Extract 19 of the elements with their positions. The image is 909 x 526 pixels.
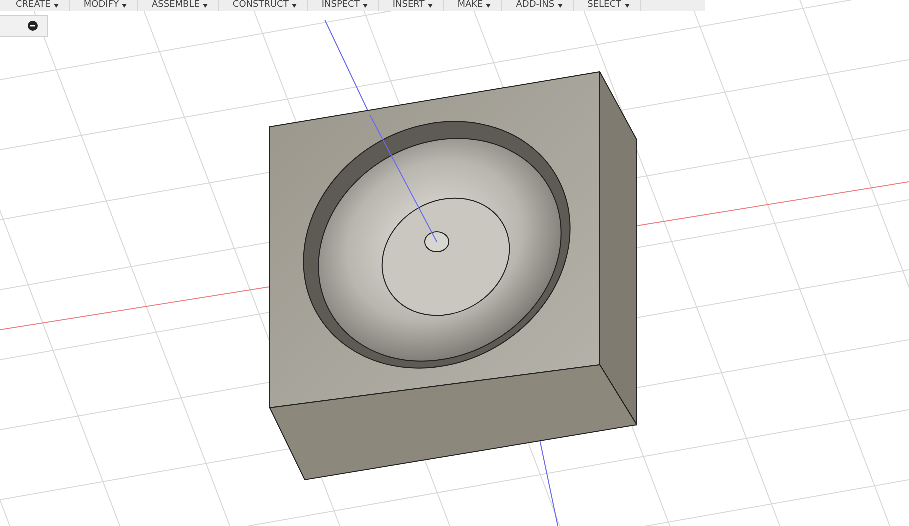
caret-icon [122, 4, 127, 8]
caret-icon [362, 4, 368, 8]
caret-icon [292, 4, 297, 8]
caret-icon [54, 4, 59, 8]
menu-button[interactable]: INSPECT [320, 0, 379, 11]
menu-button[interactable]: MAKE [456, 0, 502, 11]
menu-button[interactable]: SELECT [586, 0, 641, 11]
caret-icon [624, 4, 630, 8]
caret-icon [428, 4, 433, 8]
menu-button[interactable]: ADD-INS [514, 0, 574, 11]
menu-button[interactable]: CREATE [14, 0, 70, 11]
caret-icon [558, 4, 563, 8]
menu-button[interactable]: CONSTRUCT [230, 0, 308, 11]
caret-icon [202, 4, 208, 8]
menu-button[interactable]: INSERT [390, 0, 444, 11]
caret-icon [486, 4, 492, 8]
menu-button[interactable]: MODIFY [82, 0, 138, 11]
collapse-icon[interactable] [28, 21, 38, 31]
menu-button[interactable]: ASSEMBLE [150, 0, 219, 11]
